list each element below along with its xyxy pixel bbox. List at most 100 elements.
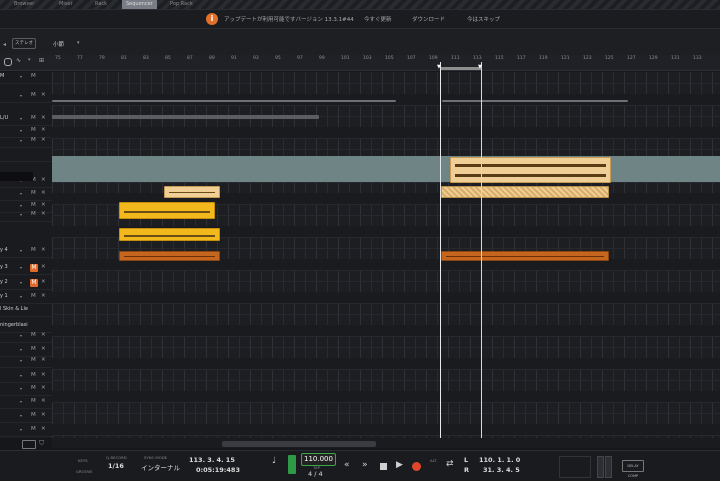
track-header[interactable]: M ▾ ✕ (0, 397, 52, 409)
groove-label[interactable]: GROOVE (76, 469, 93, 474)
close-icon[interactable]: ✕ (41, 190, 46, 196)
chevron-down-icon[interactable]: ▾ (20, 427, 22, 432)
chevron-down-icon[interactable]: ▾ (20, 399, 22, 404)
selected-track-lane[interactable] (52, 156, 720, 182)
loop-end-marker[interactable] (481, 62, 482, 438)
playhead-handle-icon[interactable]: ▼ (437, 64, 441, 70)
toolbar-arrow-icon[interactable]: ◂ (3, 41, 6, 48)
chevron-down-icon[interactable]: ▾ (20, 74, 22, 79)
play-icon[interactable]: ▶ (396, 460, 403, 470)
track-header[interactable]: L/U M ▾ ✕ (0, 114, 52, 126)
chevron-down-icon[interactable]: ▾ (20, 333, 22, 338)
close-icon[interactable]: ✕ (41, 177, 46, 183)
mute-button[interactable]: M (31, 247, 36, 253)
chevron-down-icon[interactable]: ▾ (20, 138, 22, 143)
keys-label[interactable]: KEYS (78, 458, 88, 463)
tab-rack[interactable]: Rack (91, 0, 111, 9)
track-header[interactable]: y 3 M ▾ ✕ (0, 263, 52, 275)
record-button[interactable] (412, 462, 421, 471)
track-header[interactable]: y 2 M ▾ ✕ (0, 278, 52, 290)
delay-comp-button[interactable]: DELAY COMP (622, 460, 644, 478)
loop-right-position[interactable]: 31. 3. 4. 5 (483, 466, 520, 474)
tab-sequencer[interactable]: Sequencer (122, 0, 157, 9)
chevron-down-icon[interactable]: ▾ (20, 347, 22, 352)
audio-clip[interactable] (441, 186, 609, 198)
automation-icon[interactable]: ∿ (16, 57, 21, 64)
close-icon[interactable]: ✕ (41, 264, 46, 270)
close-icon[interactable]: ✕ (41, 412, 46, 418)
stop-icon[interactable] (380, 463, 387, 470)
chevron-down-icon[interactable]: ▾ (20, 386, 22, 391)
keyboard-icon[interactable] (22, 440, 36, 449)
mute-button[interactable]: M (31, 211, 36, 217)
track-header[interactable]: M ▾ ✕ (0, 425, 52, 437)
track-header[interactable]: M M ▾ (0, 72, 52, 84)
tab-browser[interactable]: Browser (10, 0, 38, 9)
fast-forward-icon[interactable]: » (362, 460, 368, 470)
chevron-down-icon[interactable]: ▾ (20, 265, 22, 270)
close-icon[interactable]: ✕ (41, 332, 46, 338)
scrollbar-thumb[interactable] (222, 441, 376, 447)
chevron-down-icon[interactable]: ▾ (20, 280, 22, 285)
horizontal-scrollbar[interactable] (52, 438, 720, 448)
close-icon[interactable]: ✕ (41, 202, 46, 208)
track-header[interactable]: M ▾ ✕ (0, 384, 52, 396)
chevron-down-icon[interactable]: ▾ (20, 191, 22, 196)
mute-button[interactable]: M (30, 279, 38, 287)
track-header[interactable]: y 1 M ▾ ✕ (0, 292, 52, 304)
track-lane[interactable] (52, 424, 720, 436)
quantize-value[interactable]: 1/16 (108, 462, 124, 470)
close-icon[interactable]: ✕ (41, 127, 46, 133)
track-header[interactable] (0, 150, 52, 162)
close-icon[interactable]: ✕ (41, 398, 46, 404)
track-header[interactable]: M ▾ ✕ (0, 356, 52, 368)
sync-mode-value[interactable]: インターナル (141, 462, 180, 472)
audio-clip[interactable] (450, 157, 611, 183)
close-icon[interactable]: ✕ (41, 92, 46, 98)
chevron-down-icon[interactable]: ▾ (20, 212, 22, 217)
arrangement-area[interactable] (52, 72, 720, 438)
chevron-down-icon[interactable]: ▾ (20, 116, 22, 121)
mute-button[interactable]: M (31, 385, 36, 391)
audio-clip[interactable] (441, 251, 609, 261)
track-header[interactable]: M ▾ ✕ (0, 411, 52, 423)
close-icon[interactable]: ✕ (41, 211, 46, 217)
track-header[interactable]: M ▾ ✕ (0, 210, 52, 222)
automation-clip[interactable] (52, 100, 396, 102)
close-icon[interactable]: ✕ (41, 357, 46, 363)
mute-button[interactable]: M (31, 137, 36, 143)
click-toggle[interactable] (288, 455, 296, 474)
mute-button[interactable]: M (31, 412, 36, 418)
mute-button[interactable]: M (31, 202, 36, 208)
automation-clip[interactable] (442, 100, 628, 102)
download-button[interactable]: ダウンロード (412, 15, 445, 23)
time-signature[interactable]: 4 / 4 (308, 470, 323, 478)
close-icon[interactable]: ✕ (41, 426, 46, 432)
tab-pop-rack[interactable]: Pop Rack (166, 0, 197, 9)
rewind-icon[interactable]: « (344, 460, 350, 470)
record-mode-icon[interactable] (4, 58, 12, 66)
close-icon[interactable]: ✕ (41, 279, 46, 285)
grid-icon[interactable]: ⊞ (39, 57, 44, 64)
track-header[interactable]: M ▾ ✕ (0, 371, 52, 383)
chevron-down-icon[interactable]: ▾ (20, 128, 22, 133)
playhead[interactable] (440, 62, 441, 438)
audio-clip[interactable] (119, 228, 220, 241)
skip-button[interactable]: 今はスキップ (467, 15, 500, 23)
chevron-down-icon[interactable]: ▾ (20, 373, 22, 378)
mute-button[interactable]: M (30, 264, 38, 272)
track-header[interactable]: M ▾ ✕ (0, 331, 52, 343)
track-header[interactable]: M ▾ ✕ (0, 189, 52, 201)
chevron-down-icon[interactable]: ▾ (20, 358, 22, 363)
track-type-select[interactable]: ステレオ (12, 38, 36, 49)
mute-button[interactable]: M (31, 127, 36, 133)
close-icon[interactable]: ✕ (41, 247, 46, 253)
mute-button[interactable]: M (31, 332, 36, 338)
mute-button[interactable]: M (31, 357, 36, 363)
track-header[interactable]: M ▾ ✕ (0, 91, 52, 103)
chevron-down-icon[interactable]: ▾ (20, 203, 22, 208)
time-position[interactable]: 0:05:19:483 (196, 466, 240, 474)
close-icon[interactable]: ✕ (41, 346, 46, 352)
chevron-down-icon[interactable]: ▾ (20, 413, 22, 418)
marker-handle-icon[interactable]: ▼ (478, 64, 482, 70)
